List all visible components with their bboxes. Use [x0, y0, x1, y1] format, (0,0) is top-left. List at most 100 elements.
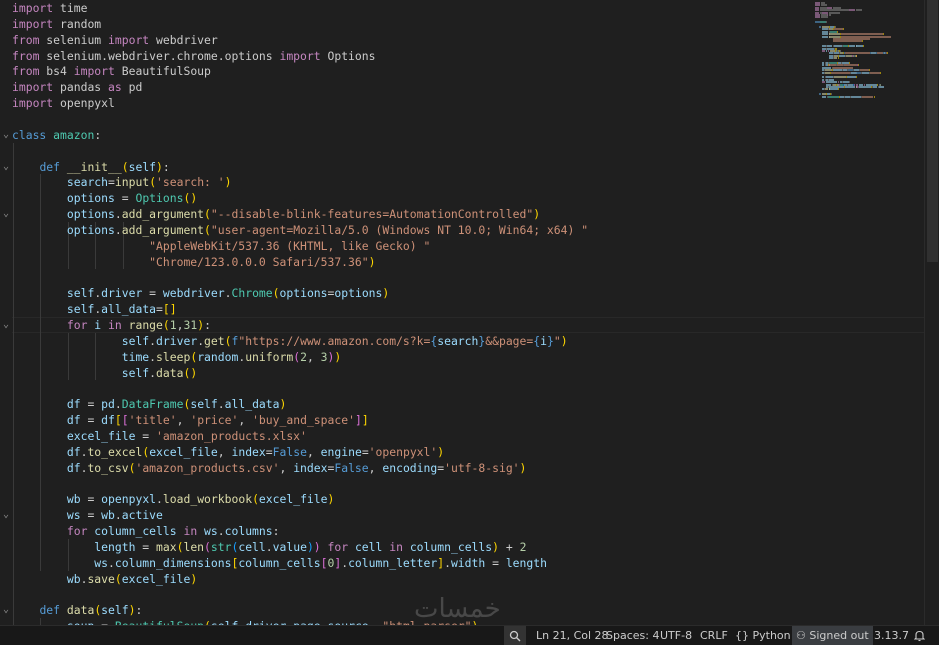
code-line[interactable]: self.data(): [12, 365, 197, 381]
code-token: save: [87, 571, 115, 586]
code-token: DataFrame: [121, 397, 184, 412]
indentation-setting[interactable]: Spaces: 4: [606, 626, 659, 645]
code-line[interactable]: df = df[['title', 'price', 'buy_and_spac…: [12, 412, 369, 428]
code-token: excel_file: [258, 492, 328, 507]
code-area[interactable]: import time import random from selenium im…: [12, 0, 924, 625]
encoding-setting[interactable]: UTF-8: [660, 626, 692, 645]
code-line[interactable]: "Chrome/123.0.0.0 Safari/537.36"): [12, 254, 375, 270]
code-line[interactable]: import pandas as pd: [12, 79, 142, 95]
code-line[interactable]: from selenium import webdriver: [12, 32, 218, 48]
code-token: =: [156, 302, 163, 317]
fold-chevron-icon[interactable]: ⌄: [0, 602, 12, 618]
code-token: from: [12, 48, 40, 63]
fold-chevron-icon[interactable]: ⌄: [0, 206, 12, 222]
code-token: Options: [135, 191, 184, 206]
code-token: "https://www.amazon.com/s?k=: [238, 333, 431, 348]
code-line[interactable]: import random: [12, 16, 101, 32]
code-line[interactable]: wb.save(excel_file): [12, 571, 197, 587]
code-token: .: [114, 222, 122, 237]
code-token: =: [135, 539, 157, 554]
cursor-position[interactable]: Ln 21, Col 28: [536, 626, 609, 645]
code-token: column_cells: [238, 555, 321, 570]
code-token: active: [121, 508, 163, 523]
code-line[interactable]: ws.column_dimensions[column_cells[0].col…: [12, 555, 547, 571]
code-line[interactable]: self.driver.get(f"https://www.amazon.com…: [12, 333, 568, 349]
code-line[interactable]: search=input('search: '): [12, 174, 232, 190]
minimap-token: [831, 71, 851, 74]
code-token: .: [149, 333, 157, 348]
language-mode[interactable]: {} Python: [735, 626, 791, 645]
fold-chevron-icon[interactable]: ⌄: [0, 127, 12, 143]
code-token: (: [121, 159, 129, 174]
code-token: }: [546, 333, 554, 348]
code-token: options: [66, 207, 115, 222]
bell-icon[interactable]: [913, 626, 926, 645]
code-token: self: [101, 603, 129, 618]
code-token: self: [190, 397, 218, 412]
minimap[interactable]: [812, 0, 922, 625]
code-line[interactable]: for i in range(1,31):: [12, 317, 211, 333]
minimap-token: [872, 86, 878, 88]
code-line[interactable]: df.to_excel(excel_file, index=False, eng…: [12, 444, 444, 460]
code-line[interactable]: soup = BeautifulSoup(self.driver.page_so…: [12, 618, 479, 625]
code-line[interactable]: wb = openpyxl.load_workbook(excel_file): [12, 491, 334, 507]
code-token: .: [114, 508, 122, 523]
line-ending-setting[interactable]: CRLF: [700, 626, 728, 645]
code-token: ): [156, 159, 163, 174]
code-token: ,: [306, 349, 321, 364]
code-token: ,: [176, 413, 191, 428]
code-line[interactable]: df = pd.DataFrame(self.all_data): [12, 396, 287, 412]
code-token: data: [156, 365, 184, 380]
minimap-token: [825, 21, 827, 24]
code-line[interactable]: options = Options(): [12, 190, 197, 206]
code-token: import: [12, 1, 54, 15]
code-token: ws: [66, 508, 81, 523]
code-token: excel_file: [66, 428, 136, 443]
fold-chevron-icon[interactable]: ⌄: [0, 159, 12, 175]
code-line[interactable]: from bs4 import BeautifulSoup: [12, 63, 211, 79]
minimap-token: [856, 54, 858, 57]
vertical-scrollbar[interactable]: [924, 0, 939, 625]
code-token: +: [498, 539, 520, 554]
fold-chevron-icon[interactable]: ⌄: [0, 507, 12, 523]
code-line[interactable]: excel_file = 'amazon_products.xlsx': [12, 428, 307, 444]
python-version[interactable]: 3.13.7: [874, 626, 909, 645]
code-token: columns: [224, 524, 273, 539]
code-line[interactable]: "AppleWebKit/537.36 (KHTML, like Gecko) …: [12, 238, 430, 254]
code-line[interactable]: def data(self):: [12, 602, 142, 618]
code-line[interactable]: options.add_argument("user-agent=Mozilla…: [12, 222, 588, 238]
code-token: ,: [306, 444, 321, 459]
code-line[interactable]: class amazon:: [12, 127, 101, 143]
code-token: to_excel: [87, 444, 143, 459]
code-line[interactable]: options.add_argument("--disable-blink-fe…: [12, 206, 540, 222]
code-line[interactable]: import openpyxl: [12, 95, 115, 111]
code-token: ): [382, 286, 390, 301]
code-token: options: [66, 191, 115, 206]
code-line[interactable]: for column_cells in ws.columns:: [12, 523, 280, 539]
code-editor[interactable]: ⌄ ⌄ ⌄ ⌄ ⌄ ⌄ import time import random from sele…: [0, 0, 939, 625]
minimap-token: [833, 76, 846, 79]
code-line[interactable]: ws = wb.active: [12, 507, 163, 523]
code-token: cell: [348, 539, 383, 554]
fold-chevron-icon[interactable]: ⌄: [0, 317, 12, 333]
minimap-token: [838, 88, 840, 91]
scrollbar-thumb[interactable]: [927, 0, 938, 262]
code-line[interactable]: length = max(len(str(cell.value)) for ce…: [12, 539, 526, 555]
code-line[interactable]: self.all_data=[]: [12, 301, 177, 317]
account-status[interactable]: ⚇ Signed out: [792, 626, 873, 645]
code-line[interactable]: time.sleep(random.uniform(2, 3)): [12, 349, 342, 365]
code-line[interactable]: def __init__(self):: [12, 159, 169, 175]
code-line[interactable]: import time: [12, 0, 87, 16]
zoom-icon[interactable]: [504, 626, 526, 645]
code-line[interactable]: df.to_csv('amazon_products.csv', index=F…: [12, 460, 527, 476]
code-line[interactable]: from selenium.webdriver.chrome.options i…: [12, 48, 376, 64]
minimap-token: [879, 71, 881, 74]
code-line[interactable]: self.driver = webdriver.Chrome(options=o…: [12, 285, 389, 301]
code-token: 'title': [128, 413, 177, 428]
